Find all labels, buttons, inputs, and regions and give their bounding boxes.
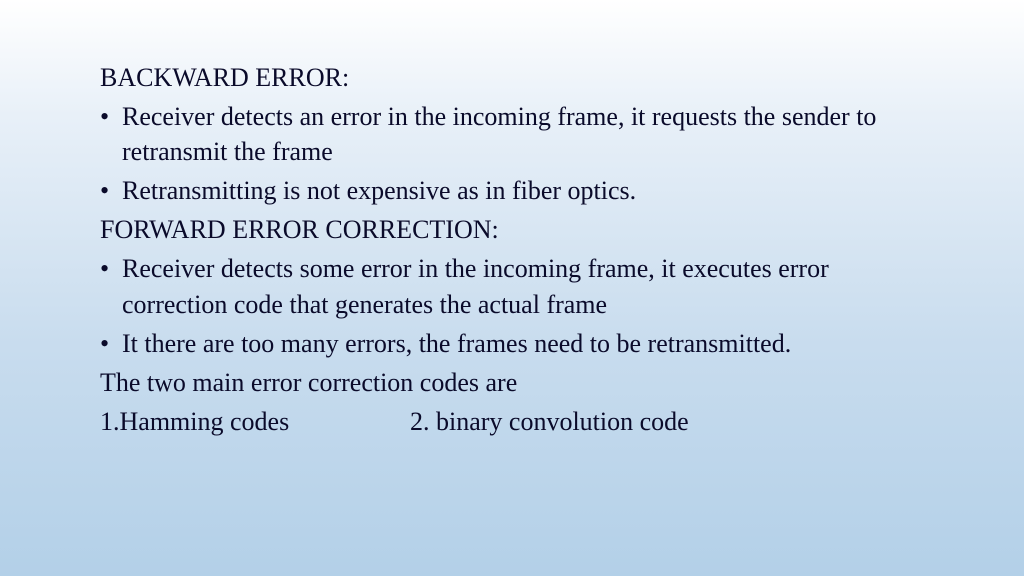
bullet-item: • Receiver detects some error in the inc… (100, 251, 924, 321)
bullet-text: Retransmitting is not expensive as in fi… (122, 173, 924, 208)
bullet-icon: • (100, 173, 122, 208)
codes-row: 1.Hamming codes 2. binary convolution co… (100, 404, 924, 439)
bullet-icon: • (100, 326, 122, 361)
bullet-item: • Receiver detects an error in the incom… (100, 99, 924, 169)
bullet-icon: • (100, 251, 122, 321)
heading-forward-error-correction: FORWARD ERROR CORRECTION: (100, 212, 924, 247)
bullet-item: • It there are too many errors, the fram… (100, 326, 924, 361)
bullet-text: Receiver detects an error in the incomin… (122, 99, 924, 169)
slide-content: BACKWARD ERROR: • Receiver detects an er… (0, 0, 1024, 439)
footer-line: The two main error correction codes are (100, 365, 924, 400)
code-item-1: 1.Hamming codes (100, 404, 410, 439)
heading-backward-error: BACKWARD ERROR: (100, 60, 924, 95)
code-item-2: 2. binary convolution code (410, 404, 689, 439)
bullet-text: Receiver detects some error in the incom… (122, 251, 924, 321)
bullet-text: It there are too many errors, the frames… (122, 326, 924, 361)
bullet-item: • Retransmitting is not expensive as in … (100, 173, 924, 208)
bullet-icon: • (100, 99, 122, 169)
